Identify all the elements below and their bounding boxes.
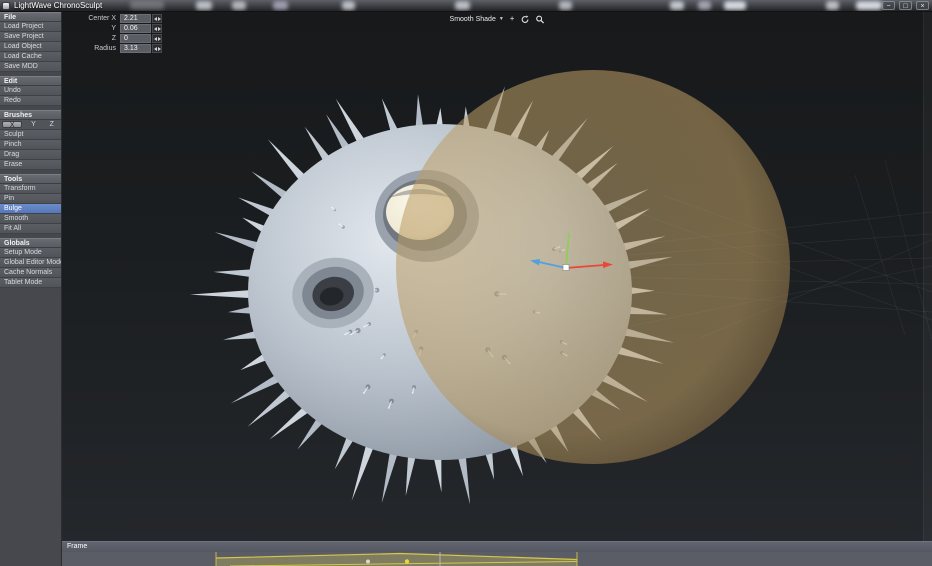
titlebar: LightWave ChronoSculpt − □ ×: [0, 0, 932, 12]
glass-reflection: [455, 1, 470, 10]
glass-reflection: [670, 1, 684, 10]
field-input-y[interactable]: 0.06: [120, 24, 151, 33]
glass-reflection: [856, 1, 882, 10]
frame-label: Frame: [67, 543, 87, 550]
sidebar-section-edit: Edit Undo Redo: [0, 76, 61, 106]
viewport-scrollbar[interactable]: [923, 12, 932, 541]
section-header-brushes: Brushes: [0, 110, 61, 120]
sidebar-section-tools: Tools Transform Pin Bulge Smooth Fit All: [0, 174, 61, 234]
chevron-down-icon: ▼: [499, 16, 504, 22]
stepper-radius[interactable]: [152, 44, 162, 53]
glass-reflection: [232, 1, 246, 10]
sidebar-item-tablet-mode[interactable]: Tablet Mode: [0, 278, 61, 288]
sidebar-item-pin[interactable]: Pin: [0, 194, 61, 204]
pan-icon[interactable]: +: [510, 14, 515, 24]
sidebar-item-undo[interactable]: Undo: [0, 86, 61, 96]
window-title: LightWave ChronoSculpt: [14, 0, 102, 12]
timeline-key-dot[interactable]: [366, 560, 370, 564]
close-button[interactable]: ×: [916, 1, 929, 10]
orbit-icon[interactable]: [520, 15, 529, 24]
timeline-curve: [62, 552, 932, 566]
field-label-center-x: Center X: [84, 14, 119, 23]
glass-reflection: [196, 1, 212, 10]
minimize-button[interactable]: −: [882, 1, 895, 10]
scene-pufferfish: [62, 12, 932, 541]
field-input-z[interactable]: 0: [120, 34, 151, 43]
glass-reflection: [698, 1, 711, 10]
axis-button-x[interactable]: X: [2, 121, 22, 128]
brush-axis-row: X Y Z: [0, 120, 61, 130]
sidebar-item-transform[interactable]: Transform: [0, 184, 61, 194]
app-window: LightWave ChronoSculpt − □ × File Load P…: [0, 0, 932, 566]
viewport-3d[interactable]: Center X 2.21 Y 0.06 Z 0 Radius 3.13 Smo…: [62, 12, 932, 541]
stepper-y[interactable]: [152, 24, 162, 33]
timeline-strip[interactable]: [62, 552, 932, 566]
sidebar-item-pinch[interactable]: Pinch: [0, 140, 61, 150]
window-controls: − □ ×: [882, 1, 929, 10]
sidebar: File Load Project Save Project Load Obje…: [0, 12, 62, 566]
field-label-radius: Radius: [84, 44, 119, 53]
sidebar-section-file: File Load Project Save Project Load Obje…: [0, 12, 61, 72]
sidebar-item-load-cache[interactable]: Load Cache: [0, 52, 61, 62]
sidebar-item-global-editor-mode[interactable]: Global Editor Mode: [0, 258, 61, 268]
sidebar-item-drag[interactable]: Drag: [0, 150, 61, 160]
frame-bar: Frame: [62, 541, 932, 552]
section-header-globals: Globals: [0, 238, 61, 248]
stepper-center-x[interactable]: [152, 14, 162, 23]
sidebar-item-cache-normals[interactable]: Cache Normals: [0, 268, 61, 278]
glass-reflection: [724, 1, 746, 10]
sidebar-section-brushes: Brushes X Y Z Sculpt Pinch Drag Erase: [0, 110, 61, 170]
sidebar-item-erase[interactable]: Erase: [0, 160, 61, 170]
axis-button-y[interactable]: Y: [24, 120, 42, 129]
sidebar-section-globals: Globals Setup Mode Global Editor Mode Ca…: [0, 238, 61, 288]
glass-reflection: [342, 1, 355, 10]
glass-reflection: [130, 1, 164, 10]
field-label-y: Y: [84, 24, 119, 33]
stepper-z[interactable]: [152, 34, 162, 43]
sidebar-item-smooth[interactable]: Smooth: [0, 214, 61, 224]
glass-reflection: [273, 1, 288, 10]
field-label-z: Z: [84, 34, 119, 43]
shading-mode-label: Smooth Shade: [450, 16, 496, 23]
sidebar-item-redo[interactable]: Redo: [0, 96, 61, 106]
sidebar-item-bulge[interactable]: Bulge: [0, 204, 61, 214]
glass-reflection: [559, 1, 572, 10]
glass-reflection: [826, 1, 839, 10]
sidebar-item-save-mdd[interactable]: Save MDD: [0, 62, 61, 72]
axis-button-z[interactable]: Z: [43, 120, 61, 129]
sidebar-item-load-object[interactable]: Load Object: [0, 42, 61, 52]
sidebar-item-sculpt[interactable]: Sculpt: [0, 130, 61, 140]
sidebar-item-save-project[interactable]: Save Project: [0, 32, 61, 42]
zoom-icon[interactable]: [535, 15, 544, 24]
sidebar-item-load-project[interactable]: Load Project: [0, 22, 61, 32]
sidebar-item-setup-mode[interactable]: Setup Mode: [0, 248, 61, 258]
section-header-file: File: [0, 12, 61, 22]
section-header-edit: Edit: [0, 76, 61, 86]
shading-mode-dropdown[interactable]: Smooth Shade ▼: [450, 16, 504, 23]
sidebar-item-fit-all[interactable]: Fit All: [0, 224, 61, 234]
viewport-toolbar: Smooth Shade ▼ +: [450, 14, 545, 24]
app-icon: [2, 2, 10, 10]
section-header-tools: Tools: [0, 174, 61, 184]
maximize-button[interactable]: □: [899, 1, 912, 10]
field-input-center-x[interactable]: 2.21: [120, 14, 151, 23]
tool-properties-panel: Center X 2.21 Y 0.06 Z 0 Radius 3.13: [84, 14, 162, 53]
field-input-radius[interactable]: 3.13: [120, 44, 151, 53]
timeline-key-dot-active[interactable]: [405, 559, 409, 563]
